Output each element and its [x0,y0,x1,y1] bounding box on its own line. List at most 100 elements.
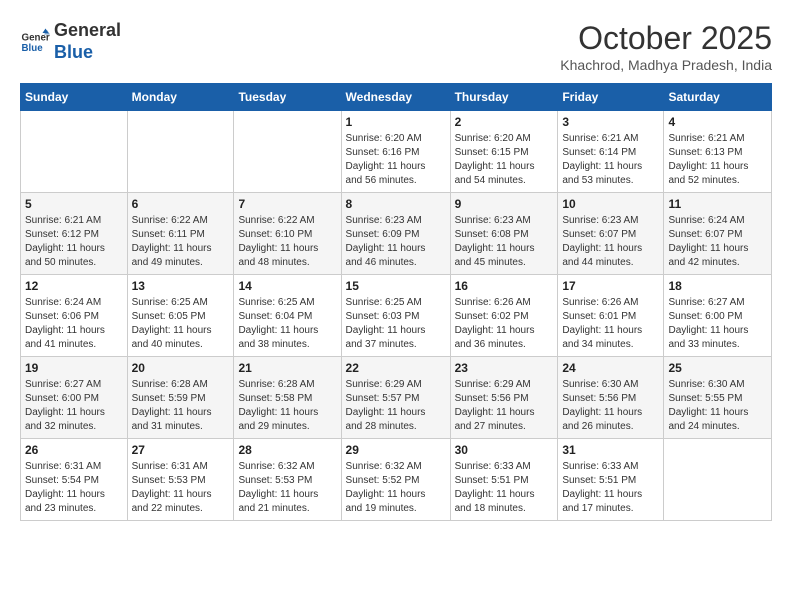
page-header: General Blue General Blue October 2025 K… [20,20,772,73]
day-number: 11 [668,197,767,211]
calendar-cell: 16 Sunrise: 6:26 AM Sunset: 6:02 PM Dayli… [450,275,558,357]
calendar-cell: 1Sunrise: 6:20 AM Sunset: 6:16 PM Daylig… [341,111,450,193]
day-number: 9 [455,197,554,211]
day-info: Sunrise: 6:26 AM Sunset: 6:02 PM Dayligh… [455,296,554,352]
day-number: 3 [562,115,659,129]
day-number: 24 [562,361,659,375]
calendar-cell: 5Sunrise: 6:21 AM Sunset: 6:12 PM Daylig… [21,193,128,275]
day-number: 13 [132,279,230,293]
day-number: 20 [132,361,230,375]
day-number: 16 [455,279,554,293]
day-number: 17 [562,279,659,293]
calendar-cell: 7 Sunrise: 6:22 AM Sunset: 6:10 PM Daylig… [234,193,341,275]
day-info: Sunrise: 6:25 AM Sunset: 6:04 PM Dayligh… [238,296,336,352]
svg-text:Blue: Blue [22,43,44,54]
calendar-cell: 12Sunrise: 6:24 AM Sunset: 6:06 PM Dayli… [21,275,128,357]
calendar-week-row: 5Sunrise: 6:21 AM Sunset: 6:12 PM Daylig… [21,193,772,275]
day-number: 21 [238,361,336,375]
weekday-header: Friday [558,84,664,111]
calendar-cell: 28Sunrise: 6:32 AM Sunset: 5:53 PM Dayli… [234,439,341,521]
calendar-week-row: 19 Sunrise: 6:27 AM Sunset: 6:00 PM Dayli… [21,357,772,439]
day-info: Sunrise: 6:33 AM Sunset: 5:51 PM Dayligh… [562,460,659,516]
calendar-cell: 19 Sunrise: 6:27 AM Sunset: 6:00 PM Dayli… [21,357,128,439]
calendar-cell: 3 Sunrise: 6:21 AM Sunset: 6:14 PM Daylig… [558,111,664,193]
weekday-header: Thursday [450,84,558,111]
day-info: Sunrise: 6:22 AM Sunset: 6:10 PM Dayligh… [238,214,336,270]
logo-icon: General Blue [20,27,50,57]
day-info: Sunrise: 6:32 AM Sunset: 5:52 PM Dayligh… [346,460,446,516]
calendar-cell: 8Sunrise: 6:23 AM Sunset: 6:09 PM Daylig… [341,193,450,275]
calendar-week-row: 26 Sunrise: 6:31 AM Sunset: 5:54 PM Dayli… [21,439,772,521]
day-number: 27 [132,443,230,457]
day-info: Sunrise: 6:21 AM Sunset: 6:13 PM Dayligh… [668,132,767,188]
day-number: 22 [346,361,446,375]
calendar-cell [664,439,772,521]
logo-line2: Blue [54,42,93,62]
day-number: 28 [238,443,336,457]
day-number: 23 [455,361,554,375]
calendar-cell: 20 Sunrise: 6:28 AM Sunset: 5:59 PM Dayli… [127,357,234,439]
calendar-cell: 18 Sunrise: 6:27 AM Sunset: 6:00 PM Dayli… [664,275,772,357]
day-info: Sunrise: 6:24 AM Sunset: 6:07 PM Dayligh… [668,214,767,270]
day-number: 29 [346,443,446,457]
calendar-week-row: 1Sunrise: 6:20 AM Sunset: 6:16 PM Daylig… [21,111,772,193]
weekday-header: Saturday [664,84,772,111]
title-block: October 2025 Khachrod, Madhya Pradesh, I… [560,20,772,73]
calendar-cell: 17 Sunrise: 6:26 AM Sunset: 6:01 PM Dayli… [558,275,664,357]
day-info: Sunrise: 6:27 AM Sunset: 6:00 PM Dayligh… [668,296,767,352]
day-number: 14 [238,279,336,293]
day-number: 4 [668,115,767,129]
day-number: 15 [346,279,446,293]
day-number: 18 [668,279,767,293]
day-number: 7 [238,197,336,211]
calendar-cell: 11 Sunrise: 6:24 AM Sunset: 6:07 PM Dayli… [664,193,772,275]
day-info: Sunrise: 6:30 AM Sunset: 5:56 PM Dayligh… [562,378,659,434]
day-number: 25 [668,361,767,375]
day-info: Sunrise: 6:28 AM Sunset: 5:59 PM Dayligh… [132,378,230,434]
calendar-cell: 27 Sunrise: 6:31 AM Sunset: 5:53 PM Dayli… [127,439,234,521]
calendar-week-row: 12Sunrise: 6:24 AM Sunset: 6:06 PM Dayli… [21,275,772,357]
calendar-cell [234,111,341,193]
calendar-cell [21,111,128,193]
day-number: 26 [25,443,123,457]
day-info: Sunrise: 6:28 AM Sunset: 5:58 PM Dayligh… [238,378,336,434]
weekday-header: Monday [127,84,234,111]
calendar-cell: 6 Sunrise: 6:22 AM Sunset: 6:11 PM Daylig… [127,193,234,275]
calendar-cell: 15 Sunrise: 6:25 AM Sunset: 6:03 PM Dayli… [341,275,450,357]
day-number: 30 [455,443,554,457]
weekday-header-row: SundayMondayTuesdayWednesdayThursdayFrid… [21,84,772,111]
calendar-cell: 4 Sunrise: 6:21 AM Sunset: 6:13 PM Daylig… [664,111,772,193]
day-info: Sunrise: 6:20 AM Sunset: 6:15 PM Dayligh… [455,132,554,188]
day-info: Sunrise: 6:26 AM Sunset: 6:01 PM Dayligh… [562,296,659,352]
day-info: Sunrise: 6:22 AM Sunset: 6:11 PM Dayligh… [132,214,230,270]
location: Khachrod, Madhya Pradesh, India [560,57,772,73]
day-number: 31 [562,443,659,457]
day-number: 10 [562,197,659,211]
day-info: Sunrise: 6:21 AM Sunset: 6:14 PM Dayligh… [562,132,659,188]
day-info: Sunrise: 6:29 AM Sunset: 5:56 PM Dayligh… [455,378,554,434]
month-title: October 2025 [560,20,772,57]
calendar-cell [127,111,234,193]
day-info: Sunrise: 6:23 AM Sunset: 6:09 PM Dayligh… [346,214,446,270]
day-info: Sunrise: 6:21 AM Sunset: 6:12 PM Dayligh… [25,214,123,270]
day-info: Sunrise: 6:25 AM Sunset: 6:03 PM Dayligh… [346,296,446,352]
calendar-cell: 30Sunrise: 6:33 AM Sunset: 5:51 PM Dayli… [450,439,558,521]
day-number: 12 [25,279,123,293]
calendar-cell: 23 Sunrise: 6:29 AM Sunset: 5:56 PM Dayli… [450,357,558,439]
logo: General Blue General Blue [20,20,121,63]
calendar-cell: 24 Sunrise: 6:30 AM Sunset: 5:56 PM Dayli… [558,357,664,439]
calendar-cell: 10Sunrise: 6:23 AM Sunset: 6:07 PM Dayli… [558,193,664,275]
day-info: Sunrise: 6:31 AM Sunset: 5:54 PM Dayligh… [25,460,123,516]
day-number: 19 [25,361,123,375]
calendar-cell: 22Sunrise: 6:29 AM Sunset: 5:57 PM Dayli… [341,357,450,439]
logo-line1: General [54,20,121,40]
day-info: Sunrise: 6:27 AM Sunset: 6:00 PM Dayligh… [25,378,123,434]
calendar-cell: 9Sunrise: 6:23 AM Sunset: 6:08 PM Daylig… [450,193,558,275]
weekday-header: Wednesday [341,84,450,111]
day-info: Sunrise: 6:31 AM Sunset: 5:53 PM Dayligh… [132,460,230,516]
calendar-cell: 13Sunrise: 6:25 AM Sunset: 6:05 PM Dayli… [127,275,234,357]
calendar-cell: 31 Sunrise: 6:33 AM Sunset: 5:51 PM Dayli… [558,439,664,521]
day-number: 6 [132,197,230,211]
calendar-cell: 21 Sunrise: 6:28 AM Sunset: 5:58 PM Dayli… [234,357,341,439]
weekday-header: Tuesday [234,84,341,111]
